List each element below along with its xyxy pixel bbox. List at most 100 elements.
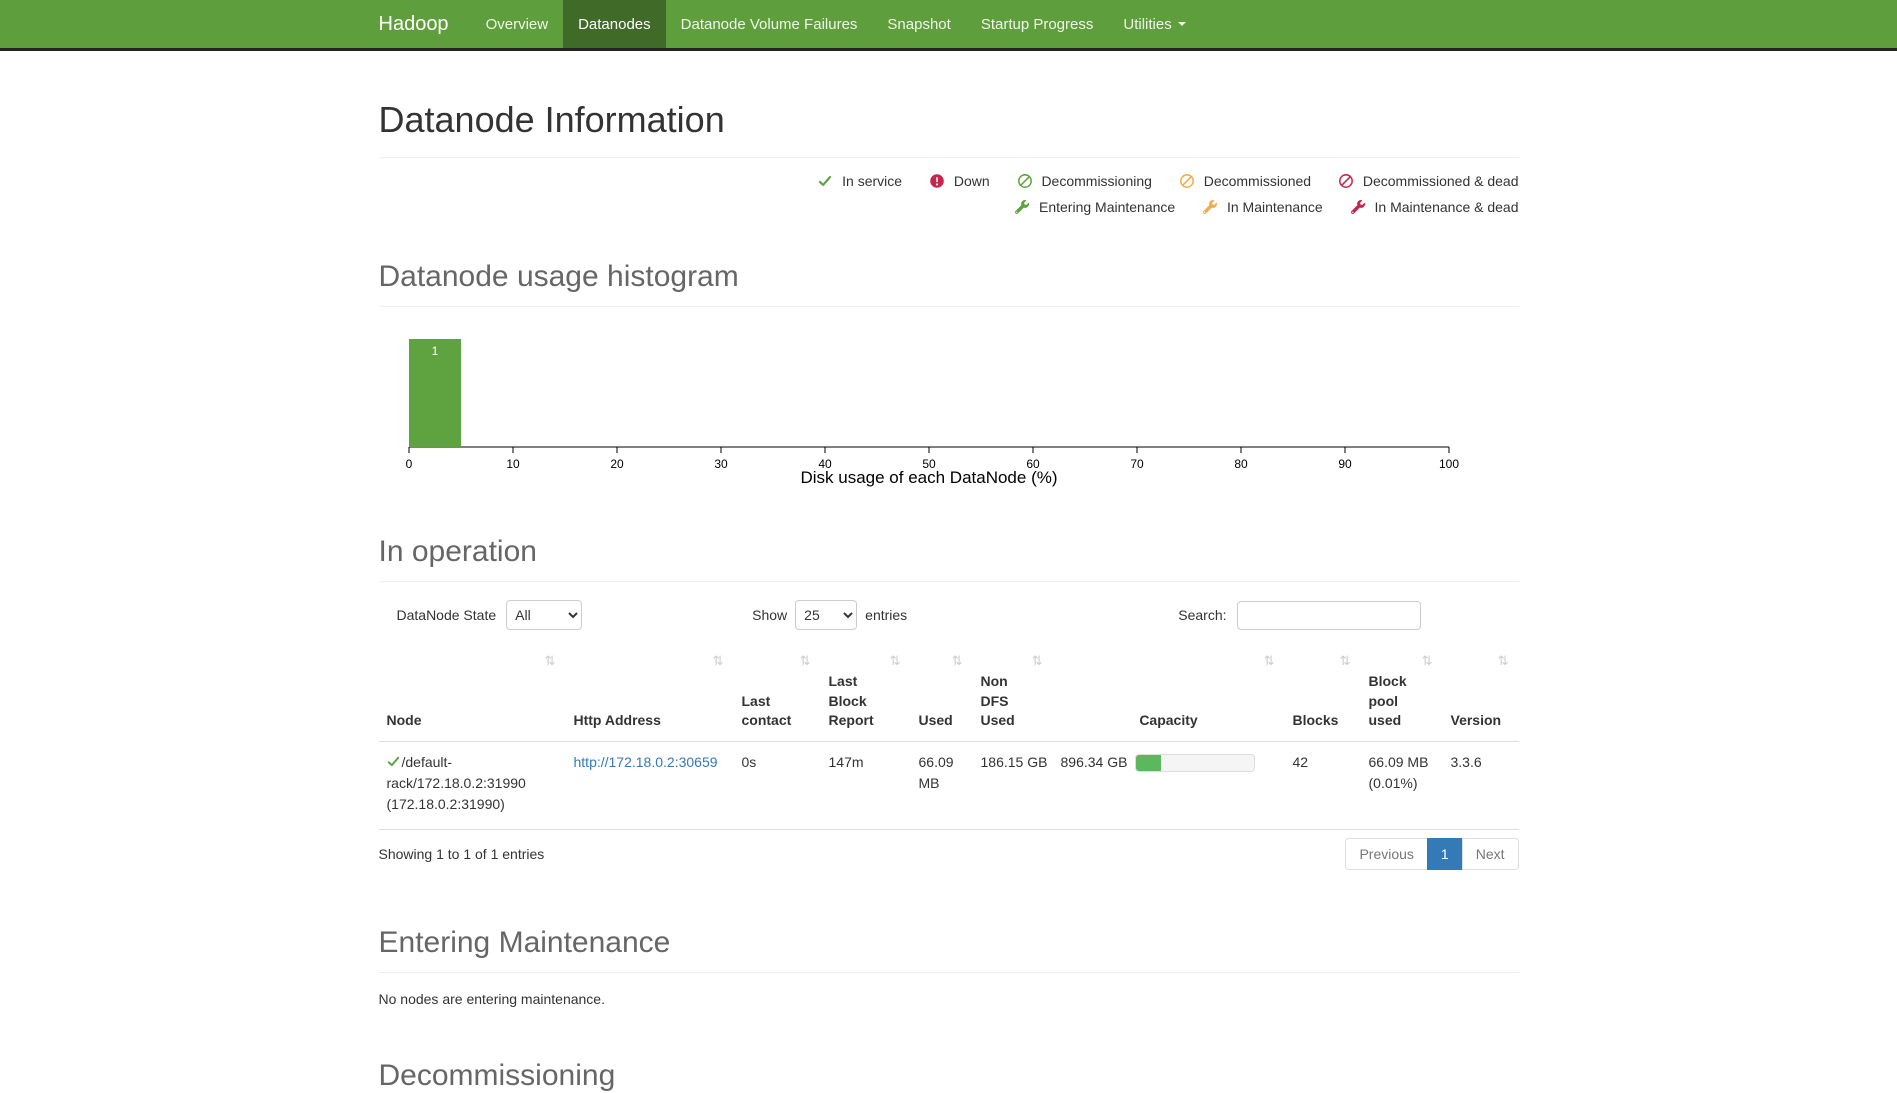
search-control: Search: [1178,601,1420,630]
cell-non-dfs-used: 186.15 GB [973,741,1053,829]
col-header-capacity[interactable]: Capacity⇅ [1053,644,1285,741]
node-status-legend: In service Down Decommissioning Decommis… [379,168,1519,220]
legend-in-maintenance: In Maintenance [1203,199,1327,215]
sort-icon: ⇅ [713,652,724,670]
ban-icon [1018,174,1032,188]
datanode-state-select[interactable]: All [506,600,582,630]
page-title: Datanode Information [379,99,1519,141]
show-label: Show [752,607,787,623]
pagination-next[interactable]: Next [1462,838,1519,870]
cell-last-contact: 0s [734,741,821,829]
col-header-blocks[interactable]: Blocks⇅ [1285,644,1361,741]
nav-snapshot[interactable]: Snapshot [872,0,965,48]
legend-in-maintenance-dead: In Maintenance & dead [1351,199,1519,215]
ban-icon [1339,174,1353,188]
pagination-previous[interactable]: Previous [1345,838,1427,870]
entries-label: entries [865,607,907,623]
search-label: Search: [1178,607,1226,623]
sort-icon: ⇅ [1422,652,1433,670]
sort-icon: ⇅ [890,652,901,670]
in-operation-heading: In operation [379,535,1519,569]
histogram-bar-count: 1 [431,344,438,358]
divider [379,972,1519,973]
legend-decommissioning: Decommissioning [1018,173,1156,189]
cell-last-block-report: 147m [821,741,911,829]
col-header-block-pool-used[interactable]: Block pool used⇅ [1361,644,1443,741]
page-length-select[interactable]: 25 [795,600,857,630]
cell-capacity: 896.34 GB [1053,741,1285,829]
search-input[interactable] [1237,601,1421,630]
sort-icon: ⇅ [1264,652,1275,670]
legend-decommissioned: Decommissioned [1180,173,1315,189]
wrench-icon [1015,200,1029,214]
capacity-bar-fill [1136,755,1161,771]
x-axis-tick-label: 20 [610,457,624,471]
x-axis-tick-label: 0 [405,457,412,471]
sort-icon: ⇅ [952,652,963,670]
wrench-icon [1351,200,1365,214]
decommissioning-heading: Decommissioning [379,1059,1519,1093]
x-axis-tick-label: 10 [506,457,520,471]
col-header-used[interactable]: Used⇅ [911,644,973,741]
caret-down-icon [1178,22,1186,26]
nav-startup-progress[interactable]: Startup Progress [966,0,1109,48]
capacity-progress-bar [1135,754,1255,772]
cell-blocks: 42 [1285,741,1361,829]
sort-icon: ⇅ [1498,652,1509,670]
nav-overview[interactable]: Overview [471,0,564,48]
divider [379,306,1519,307]
page-length-control: Show 25 entries [752,600,907,630]
col-header-node[interactable]: Node⇅ [379,644,566,741]
x-axis-tick-label: 30 [714,457,728,471]
brand-hadoop[interactable]: Hadoop [379,0,471,48]
legend-down: Down [930,173,994,189]
table-row: /default-rack/172.18.0.2:31990 (172.18.0… [379,741,1519,829]
legend-in-service: In service [818,173,906,189]
col-header-non-dfs-used[interactable]: Non DFS Used⇅ [973,644,1053,741]
check-icon [387,755,400,768]
x-axis-tick-label: 100 [1438,457,1458,471]
col-header-http-address[interactable]: Http Address⇅ [566,644,734,741]
sort-icon: ⇅ [545,652,556,670]
cell-http-address: http://172.18.0.2:30659 [566,741,734,829]
x-axis-tick-label: 80 [1234,457,1248,471]
sort-icon: ⇅ [1340,652,1351,670]
x-axis-tick-label: 60 [1026,457,1040,471]
http-address-link[interactable]: http://172.18.0.2:30659 [574,754,718,770]
x-axis-tick-label: 70 [1130,457,1144,471]
divider [379,157,1519,158]
navbar: Hadoop Overview Datanodes Datanode Volum… [0,0,1897,51]
cell-node: /default-rack/172.18.0.2:31990 (172.18.0… [379,741,566,829]
x-axis-tick-label: 90 [1338,457,1352,471]
datanode-state-label: DataNode State [397,607,497,623]
nav-datanodes[interactable]: Datanodes [563,0,666,48]
col-header-last-block-report[interactable]: Last Block Report⇅ [821,644,911,741]
sort-icon: ⇅ [800,652,811,670]
wrench-icon [1203,200,1217,214]
table-info: Showing 1 to 1 of 1 entries [379,846,545,862]
nav-menu: Overview Datanodes Datanode Volume Failu… [471,0,1201,48]
check-icon [818,174,832,188]
x-axis-tick-label: 40 [818,457,832,471]
entering-maintenance-heading: Entering Maintenance [379,926,1519,960]
cell-version: 3.3.6 [1443,741,1519,829]
cell-used: 66.09 MB [911,741,973,829]
pagination: Previous 1 Next [1346,838,1518,870]
nav-datanode-volume-failures[interactable]: Datanode Volume Failures [666,0,873,48]
table-header-row: Node⇅ Http Address⇅ Last contact⇅ Last B… [379,644,1519,741]
legend-entering-maintenance: Entering Maintenance [1015,199,1179,215]
datanodes-table: Node⇅ Http Address⇅ Last contact⇅ Last B… [379,644,1519,830]
exclamation-circle-icon [930,174,944,188]
col-header-last-contact[interactable]: Last contact⇅ [734,644,821,741]
col-header-version[interactable]: Version⇅ [1443,644,1519,741]
entering-maintenance-empty-text: No nodes are entering maintenance. [379,991,1519,1007]
pagination-page-1[interactable]: 1 [1427,838,1463,870]
legend-decommissioned-dead: Decommissioned & dead [1339,173,1519,189]
nav-utilities[interactable]: Utilities [1108,0,1200,48]
histogram-heading: Datanode usage histogram [379,260,1519,294]
divider [379,581,1519,582]
legend-row-1: In service Down Decommissioning Decommis… [379,168,1519,194]
sort-icon: ⇅ [1032,652,1043,670]
ban-icon [1180,174,1194,188]
table-controls: DataNode State All Show 25 entries Searc… [379,600,1519,630]
